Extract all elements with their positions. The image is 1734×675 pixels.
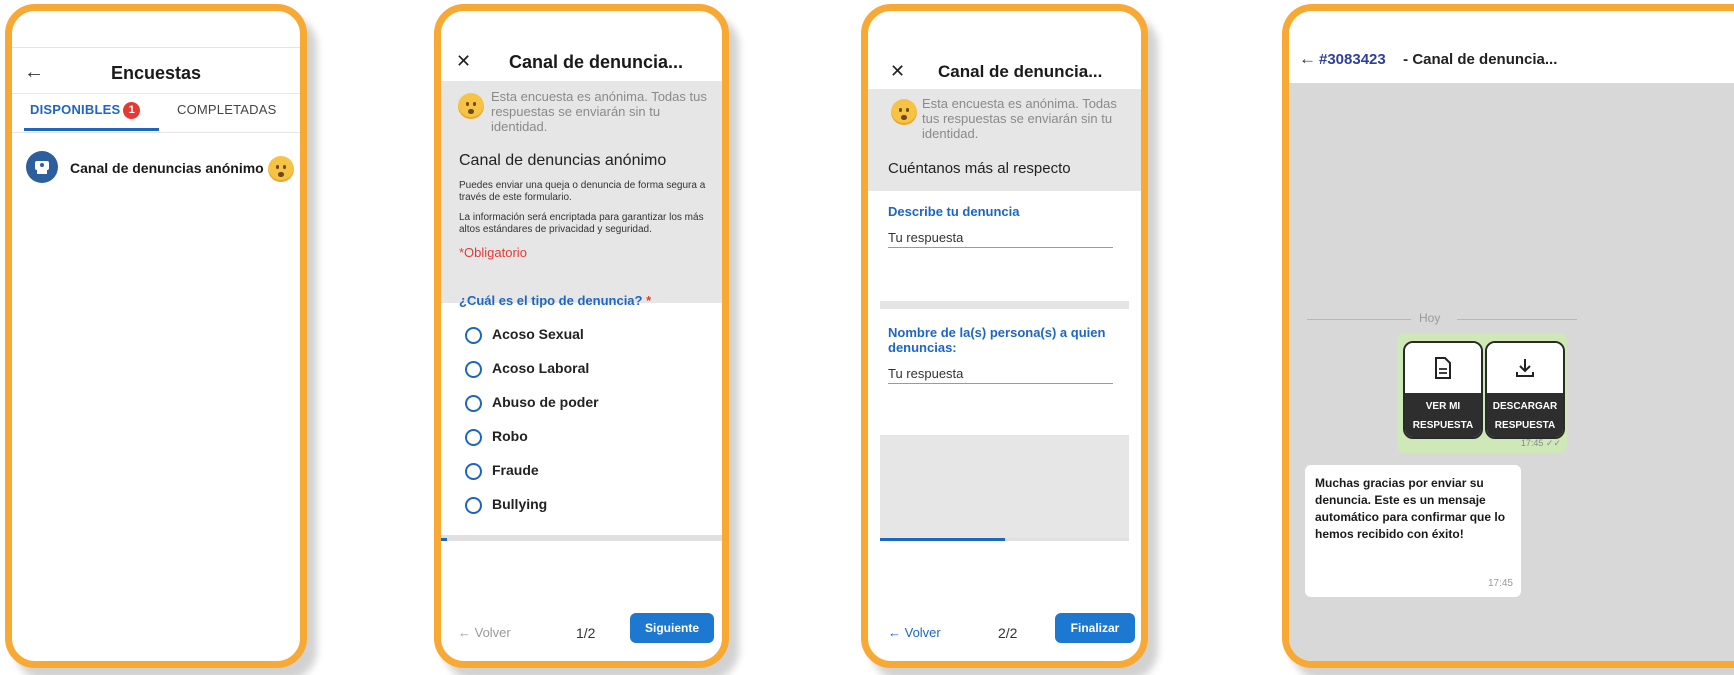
close-icon[interactable]: ✕: [456, 51, 471, 72]
shushing-face-icon: [891, 99, 917, 125]
sent-time: 17:45: [1520, 438, 1544, 448]
answer-input-placeholder[interactable]: Tu respuesta: [888, 230, 963, 245]
phone-chat-confirmation: ← #3083423 - Canal de denuncia... Hoy VE…: [1282, 4, 1734, 668]
radio-button[interactable]: [465, 497, 482, 514]
option-label: Abuso de poder: [492, 394, 599, 410]
back-arrow-icon[interactable]: ←: [1299, 49, 1316, 69]
next-button[interactable]: Siguiente: [630, 613, 714, 643]
form-title: Canal de denuncia...: [938, 62, 1103, 81]
document-icon: [1435, 357, 1451, 379]
divider: [12, 47, 300, 48]
form-footer: ← Volver 1/2 Siguiente: [441, 603, 722, 661]
form-name: Canal de denuncias anónimo: [459, 152, 667, 169]
day-divider-label: Hoy: [1419, 311, 1441, 325]
phone-form-page-2: ✕ Canal de denuncia... Esta encuesta es …: [861, 4, 1148, 668]
view-response-card[interactable]: VER MI RESPUESTA: [1403, 341, 1483, 439]
view-response-label: VER MI RESPUESTA: [1405, 393, 1481, 437]
divider: [1457, 319, 1577, 320]
message-text: Muchas gracias por enviar su denuncia. E…: [1315, 476, 1506, 541]
required-mark: *: [646, 293, 652, 308]
count-badge: 1: [123, 102, 141, 119]
back-button[interactable]: ← Volver: [888, 625, 941, 640]
radio-button[interactable]: [465, 395, 482, 412]
card-label-line1: DESCARGAR: [1492, 401, 1558, 412]
chat-header: ← #3083423 - Canal de denuncia...: [1289, 11, 1734, 83]
answer-input-underline: [888, 383, 1113, 384]
question-describe: Describe tu denuncia: [888, 204, 1020, 219]
option-label: Bullying: [492, 496, 548, 512]
card-label-line1: VER MI: [1425, 401, 1461, 412]
answer-input-placeholder[interactable]: Tu respuesta: [888, 366, 963, 381]
sent-message-bubble: VER MI RESPUESTA DESCARGAR RESPUESTA 17:…: [1397, 333, 1567, 453]
tab-disponibles-label: DISPONIBLES: [30, 102, 121, 117]
tab-bar: DISPONIBLES 1 COMPLETADAS: [12, 93, 300, 133]
title-separator: -: [1399, 51, 1413, 68]
page-title: Encuestas: [110, 63, 202, 83]
double-check-icon: ✓✓: [1545, 438, 1561, 448]
survey-name: Canal de denuncias anónimo: [70, 160, 264, 176]
page-indicator: 1/2: [576, 625, 596, 641]
radio-button[interactable]: [465, 429, 482, 446]
download-response-label: DESCARGAR RESPUESTA: [1487, 393, 1563, 437]
section-divider: [880, 301, 1129, 309]
option-label: Acoso Sexual: [492, 326, 584, 342]
option-label: Fraude: [492, 462, 539, 478]
progress-track: [880, 538, 1129, 541]
phone-form-page-1: ✕ Canal de denuncia... Esta encuesta es …: [434, 4, 729, 668]
gray-spacer: [880, 435, 1129, 539]
close-icon[interactable]: ✕: [890, 61, 905, 82]
message-time: 17:45: [1487, 578, 1513, 589]
shushing-face-icon: [458, 93, 484, 119]
form-header-panel: Esta encuesta es anónima. Todas tus resp…: [441, 81, 722, 303]
question-text: ¿Cuál es el tipo de denuncia?: [459, 293, 643, 308]
tab-completadas[interactable]: COMPLETADAS: [177, 102, 276, 117]
card-label-line2: RESPUESTA: [1412, 420, 1474, 431]
survey-list-item[interactable]: Canal de denuncias anónimo: [26, 151, 294, 187]
anonymous-notice: Esta encuesta es anónima. Todas tus resp…: [922, 96, 1117, 141]
section-title: Cuéntanos más al respecto: [888, 160, 1071, 177]
form-header-panel: Esta encuesta es anónima. Todas tus resp…: [868, 89, 1141, 191]
question-label: ¿Cuál es el tipo de denuncia? *: [459, 293, 651, 308]
progress-fill: [880, 538, 1005, 541]
option-label: Acoso Laboral: [492, 360, 590, 376]
finish-button[interactable]: Finalizar: [1055, 613, 1135, 643]
page-indicator: 2/2: [998, 625, 1018, 641]
form-description-2: La información será encriptada para gara…: [459, 212, 704, 235]
survey-avatar-icon: [26, 151, 58, 183]
answer-input-underline: [888, 247, 1113, 248]
anonymous-notice: Esta encuesta es anónima. Todas tus resp…: [491, 89, 707, 134]
chat-title-text: Canal de denuncia...: [1412, 51, 1558, 68]
question-names: Nombre de la(s) persona(s) a quien denun…: [888, 325, 1106, 355]
received-message-bubble: Muchas gracias por enviar su denuncia. E…: [1305, 465, 1521, 597]
message-time: 17:45 ✓✓: [1521, 438, 1561, 449]
form-footer: ← Volver 2/2 Finalizar: [868, 603, 1141, 661]
divider: [1307, 319, 1411, 320]
phone-surveys-list: ← Encuestas DISPONIBLES 1 COMPLETADAS Can…: [5, 4, 307, 668]
option-label: Robo: [492, 428, 528, 444]
active-tab-indicator: [24, 128, 159, 131]
card-label-line2: RESPUESTA: [1494, 420, 1556, 431]
shushing-face-icon: [268, 156, 294, 182]
radio-button[interactable]: [465, 361, 482, 378]
download-icon: [1516, 359, 1534, 377]
form-title: Canal de denuncia...: [509, 52, 684, 72]
form-description-1: Puedes enviar una queja o denuncia de fo…: [459, 180, 706, 203]
radio-button[interactable]: [465, 463, 482, 480]
chat-id: #3083423: [1319, 51, 1386, 68]
required-note: *Obligatorio: [459, 245, 527, 260]
progress-track: [441, 535, 722, 541]
tab-disponibles[interactable]: DISPONIBLES 1: [30, 102, 141, 119]
chat-title: - Canal de denuncia...: [1399, 51, 1557, 68]
back-button[interactable]: ← Volver: [458, 625, 511, 640]
download-response-card[interactable]: DESCARGAR RESPUESTA: [1485, 341, 1565, 439]
progress-fill: [441, 538, 447, 541]
radio-button[interactable]: [465, 327, 482, 344]
